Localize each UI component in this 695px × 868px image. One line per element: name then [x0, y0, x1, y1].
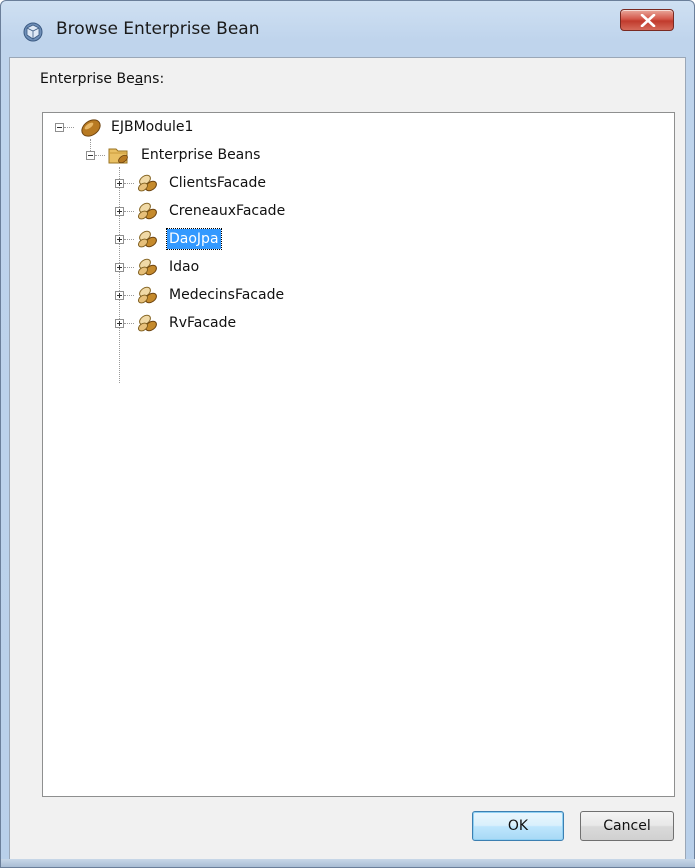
cancel-button[interactable]: Cancel: [580, 811, 674, 841]
tree-connector: [124, 183, 134, 184]
expand-toggle[interactable]: [115, 179, 124, 188]
tree-connector: [124, 295, 134, 296]
session-bean-icon: [136, 172, 160, 194]
tree-connector: [119, 167, 120, 383]
window-title: Browse Enterprise Bean: [56, 19, 260, 39]
session-bean-icon: [136, 284, 160, 306]
session-bean-icon: [136, 312, 160, 334]
app-cube-icon: [23, 22, 43, 42]
tree-connector: [124, 323, 134, 324]
label-prefix: Enterprise Be: [40, 71, 135, 87]
ejb-module-icon: [79, 117, 103, 139]
expand-toggle[interactable]: [115, 291, 124, 300]
browse-enterprise-bean-dialog: Browse Enterprise Bean Enterprise Beans:…: [0, 0, 695, 868]
tree-root-label[interactable]: EJBModule1: [109, 117, 195, 137]
tree-item-label-selected[interactable]: DaoJpa: [166, 228, 222, 250]
folder-collapse-toggle[interactable]: [86, 151, 95, 160]
tree-item-label[interactable]: CreneauxFacade: [167, 201, 287, 221]
label-mnemonic: a: [134, 71, 144, 87]
enterprise-beans-folder-icon: [107, 144, 131, 166]
tree-connector: [124, 267, 134, 268]
bean-tree[interactable]: EJBModule1 Enterprise Beans ClientsFacad…: [42, 112, 675, 797]
expand-toggle[interactable]: [115, 207, 124, 216]
window-bottom-edge: [1, 859, 695, 867]
root-collapse-toggle[interactable]: [55, 123, 64, 132]
tree-item-label[interactable]: Idao: [167, 257, 201, 277]
label-suffix: ns:: [143, 71, 165, 87]
close-button[interactable]: [620, 9, 674, 31]
tree-connector: [95, 155, 105, 156]
expand-toggle[interactable]: [115, 235, 124, 244]
tree-item-label[interactable]: MedecinsFacade: [167, 285, 286, 305]
title-bar[interactable]: Browse Enterprise Bean: [1, 1, 694, 57]
tree-item-label[interactable]: RvFacade: [167, 313, 238, 333]
expand-toggle[interactable]: [115, 263, 124, 272]
tree-connector: [124, 239, 134, 240]
tree-connector: [124, 211, 134, 212]
session-bean-icon: [136, 228, 160, 250]
enterprise-beans-label: Enterprise Beans:: [40, 71, 164, 87]
ok-button[interactable]: OK: [472, 811, 564, 841]
tree-item-label[interactable]: ClientsFacade: [167, 173, 268, 193]
tree-connector: [64, 127, 74, 128]
close-icon: [640, 14, 656, 27]
session-bean-icon: [136, 200, 160, 222]
expand-toggle[interactable]: [115, 319, 124, 328]
dialog-content: Enterprise Beans: EJBModule1 Enterprise …: [9, 57, 686, 861]
tree-folder-label[interactable]: Enterprise Beans: [139, 145, 262, 165]
session-bean-icon: [136, 256, 160, 278]
